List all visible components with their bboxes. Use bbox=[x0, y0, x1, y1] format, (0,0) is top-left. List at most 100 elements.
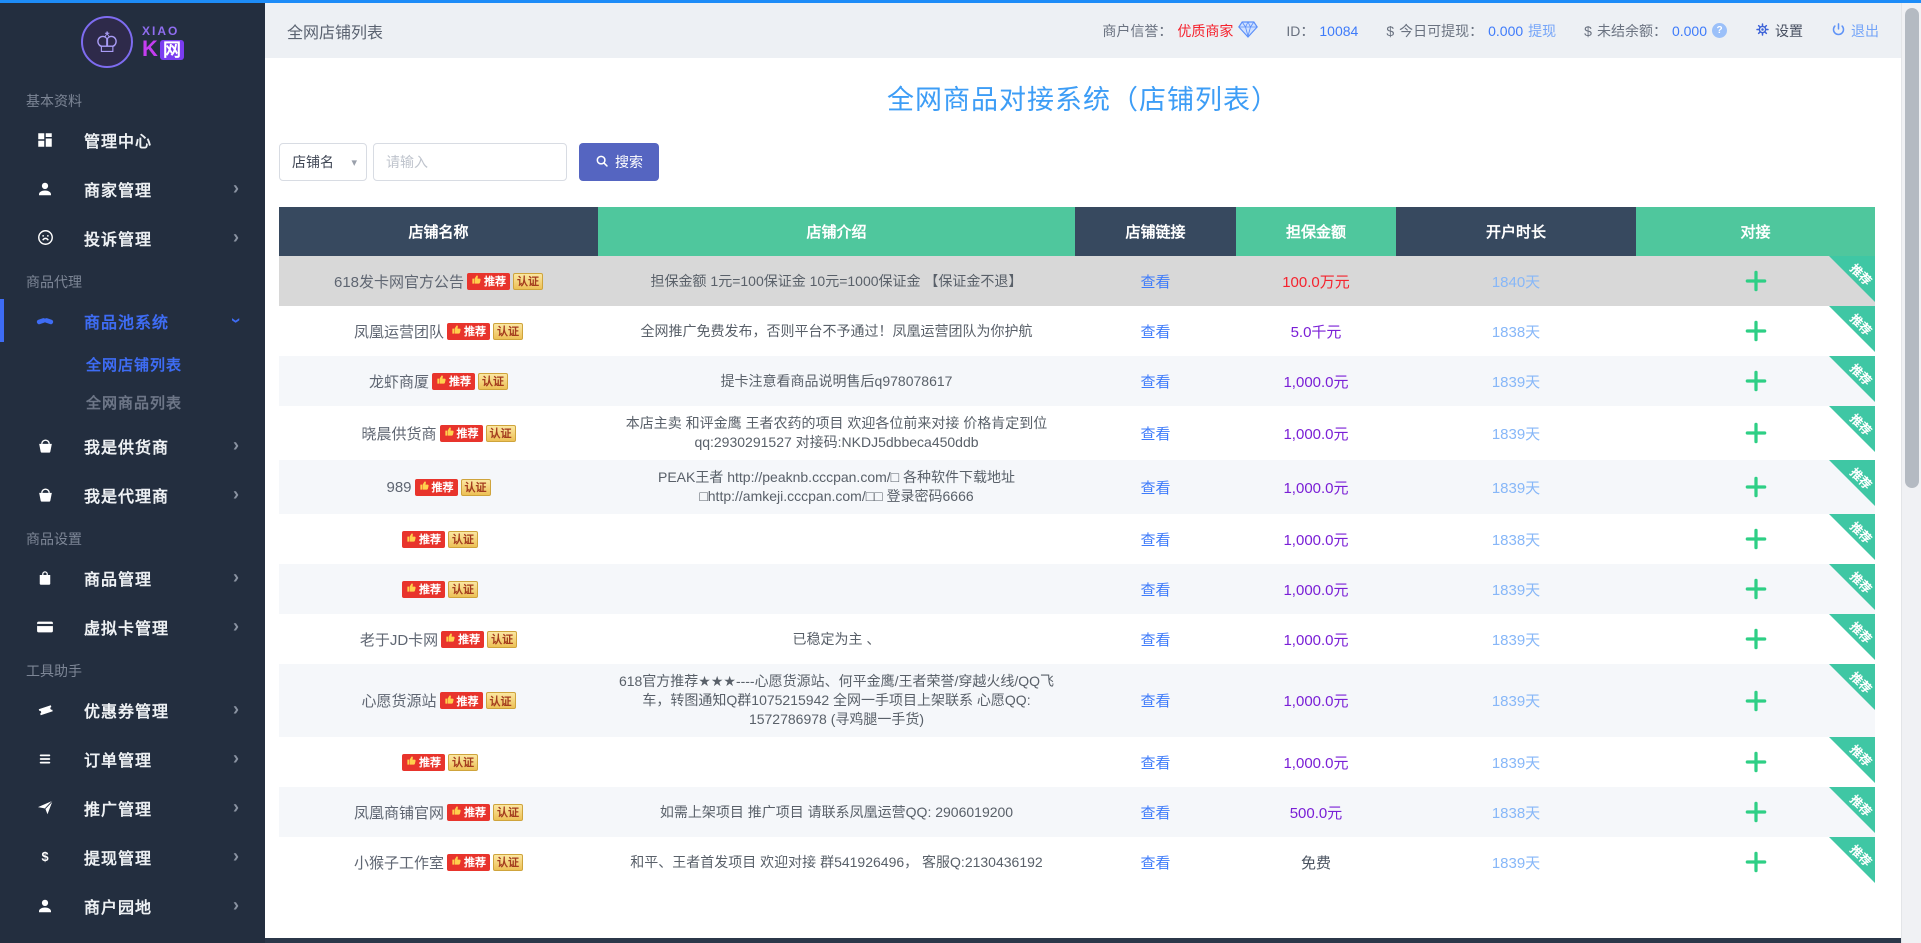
thumbs-up-icon bbox=[419, 480, 430, 494]
chevron-right-icon: › bbox=[233, 567, 239, 588]
store-name: 心愿货源站 bbox=[361, 690, 436, 711]
view-link[interactable]: 查看 bbox=[1140, 802, 1170, 823]
view-link[interactable]: 查看 bbox=[1140, 852, 1170, 873]
view-link[interactable]: 查看 bbox=[1140, 371, 1170, 392]
recommend-badge: 推荐 bbox=[402, 754, 445, 771]
connect-button[interactable] bbox=[1743, 420, 1769, 446]
table-row: 618发卡网官方公告 推荐 认证 担保金额 1元=100保证金 10元=1000… bbox=[279, 256, 1875, 306]
thumbs-up-icon bbox=[406, 582, 417, 596]
sidebar-item-virtual-card-management[interactable]: 虚拟卡管理 › bbox=[0, 602, 265, 651]
sidebar-item-product-pool-system[interactable]: 商品池系统 › bbox=[0, 296, 265, 345]
sidebar-item-merchant-management[interactable]: 商家管理 › bbox=[0, 164, 265, 213]
guarantee-amount: 1,000.0元 bbox=[1236, 529, 1396, 550]
sidebar-subitem-store-list[interactable]: 全网店铺列表 bbox=[0, 345, 265, 383]
guarantee-amount: 免费 bbox=[1236, 852, 1396, 873]
search-filter-select[interactable]: 店铺名 ▾ bbox=[279, 143, 367, 181]
sidebar-item-management-center[interactable]: 管理中心 bbox=[0, 115, 265, 164]
view-link[interactable]: 查看 bbox=[1140, 690, 1170, 711]
view-link[interactable]: 查看 bbox=[1140, 321, 1170, 342]
sidebar-subitem-product-list[interactable]: 全网商品列表 bbox=[0, 383, 265, 421]
connect-button[interactable] bbox=[1743, 576, 1769, 602]
view-link[interactable]: 查看 bbox=[1140, 752, 1170, 773]
connect-button[interactable] bbox=[1743, 749, 1769, 775]
connect-button[interactable] bbox=[1743, 526, 1769, 552]
page-scrollbar[interactable] bbox=[1901, 0, 1921, 943]
withdraw-link[interactable]: 提现 bbox=[1528, 21, 1556, 41]
sidebar-item-order-management[interactable]: 订单管理 › bbox=[0, 734, 265, 783]
sidebar-item-agent[interactable]: 我是代理商 › bbox=[0, 470, 265, 519]
bottom-bar bbox=[265, 938, 1901, 943]
view-link[interactable]: 查看 bbox=[1140, 579, 1170, 600]
search-input[interactable] bbox=[373, 143, 567, 181]
connect-button[interactable] bbox=[1743, 688, 1769, 714]
chevron-right-icon: › bbox=[233, 797, 239, 818]
certified-badge: 认证 bbox=[493, 854, 523, 871]
store-name: 晓晨供货商 bbox=[361, 423, 436, 444]
logout-button[interactable]: 退出 bbox=[1831, 21, 1879, 41]
recommend-badge: 推荐 bbox=[441, 631, 484, 648]
thumbs-up-icon bbox=[406, 532, 417, 546]
sidebar-item-merchant-garden[interactable]: 商户园地 › bbox=[0, 881, 265, 930]
column-header: 店铺名称 bbox=[279, 207, 598, 256]
sidebar-item-coupon-management[interactable]: 优惠券管理 › bbox=[0, 685, 265, 734]
help-icon[interactable]: ? bbox=[1712, 23, 1727, 38]
store-intro: 全网推广免费发布，否则平台不予通过！凤凰运营团队为你护航 bbox=[598, 314, 1075, 349]
guarantee-amount: 1,000.0元 bbox=[1236, 752, 1396, 773]
scrollbar-thumb[interactable] bbox=[1905, 8, 1919, 488]
account-age: 1839天 bbox=[1396, 852, 1636, 873]
sidebar-item-complaint-management[interactable]: 投诉管理 › bbox=[0, 213, 265, 262]
sidebar-item-product-management[interactable]: 商品管理 › bbox=[0, 553, 265, 602]
connect-button[interactable] bbox=[1743, 849, 1769, 875]
store-intro bbox=[598, 581, 1075, 597]
withdrawable-label: 今日可提现： bbox=[1399, 21, 1483, 41]
view-link[interactable]: 查看 bbox=[1140, 271, 1170, 292]
table-body: 618发卡网官方公告 推荐 认证 担保金额 1元=100保证金 10元=1000… bbox=[279, 256, 1875, 887]
store-name-cell: 989 推荐 认证 bbox=[279, 473, 598, 502]
settings-button[interactable]: 设置 bbox=[1755, 21, 1803, 41]
account-age: 1840天 bbox=[1396, 271, 1636, 292]
store-intro: 和平、王者首发项目 欢迎对接 群541926496， 客服Q:213043619… bbox=[598, 845, 1075, 880]
table-row: 小猴子工作室 推荐 认证 和平、王者首发项目 欢迎对接 群541926496， … bbox=[279, 837, 1875, 887]
certified-badge: 认证 bbox=[493, 323, 523, 340]
dollar-icon: $ bbox=[34, 846, 56, 868]
table-row: 凤凰商铺官网 推荐 认证 如需上架项目 推广项目 请联系凤凰运营QQ: 2906… bbox=[279, 787, 1875, 837]
certified-badge: 认证 bbox=[493, 804, 523, 821]
connect-button[interactable] bbox=[1743, 318, 1769, 344]
connect-button[interactable] bbox=[1743, 368, 1769, 394]
settings-label: 设置 bbox=[1775, 21, 1803, 41]
store-name-cell: 618发卡网官方公告 推荐 认证 bbox=[279, 265, 598, 298]
connect-button[interactable] bbox=[1743, 626, 1769, 652]
view-link[interactable]: 查看 bbox=[1140, 477, 1170, 498]
connect-button[interactable] bbox=[1743, 799, 1769, 825]
guarantee-amount: 1,000.0元 bbox=[1236, 629, 1396, 650]
sidebar-item-promotion-management[interactable]: 推广管理 › bbox=[0, 783, 265, 832]
column-header: 担保金额 bbox=[1236, 207, 1396, 256]
view-link[interactable]: 查看 bbox=[1140, 629, 1170, 650]
connect-button[interactable] bbox=[1743, 268, 1769, 294]
connect-button[interactable] bbox=[1743, 474, 1769, 500]
store-intro bbox=[598, 531, 1075, 547]
thumbs-up-icon bbox=[451, 805, 462, 819]
search-button[interactable]: 搜索 bbox=[579, 143, 659, 181]
app-logo[interactable]: ♔ XIAO K网 bbox=[0, 3, 265, 81]
guarantee-amount: 1,000.0元 bbox=[1236, 371, 1396, 392]
sidebar-item-supplier[interactable]: 我是供货商 › bbox=[0, 421, 265, 470]
chevron-right-icon: › bbox=[233, 484, 239, 505]
store-intro: 已稳定为主 、 bbox=[598, 622, 1075, 657]
store-intro: 担保金额 1元=100保证金 10元=1000保证金 【保证金不退】 bbox=[598, 264, 1075, 299]
view-link[interactable]: 查看 bbox=[1140, 529, 1170, 550]
thumbs-up-icon bbox=[445, 632, 456, 646]
main-content: 全网商品对接系统（店铺列表） 店铺名 ▾ 搜索 店铺名称 店铺介绍 店铺链接 担… bbox=[265, 58, 1901, 943]
svg-text:$: $ bbox=[41, 849, 48, 864]
store-name: 老于JD卡网 bbox=[360, 629, 438, 650]
view-link[interactable]: 查看 bbox=[1140, 423, 1170, 444]
merchant-credit-label: 商户信誉： bbox=[1102, 21, 1172, 41]
store-name-cell: 凤凰运营团队 推荐 认证 bbox=[279, 315, 598, 348]
credit-card-icon bbox=[34, 616, 56, 638]
logo-avatar-icon: ♔ bbox=[81, 16, 133, 68]
ticket-icon bbox=[34, 699, 56, 721]
account-age: 1839天 bbox=[1396, 477, 1636, 498]
dollar-symbol: $ bbox=[1386, 23, 1394, 39]
sidebar-item-withdraw-management[interactable]: $ 提现管理 › bbox=[0, 832, 265, 881]
store-intro: 本店主卖 和评金鹰 王者农药的项目 欢迎各位前来对接 价格肯定到位 qq:293… bbox=[598, 406, 1075, 460]
